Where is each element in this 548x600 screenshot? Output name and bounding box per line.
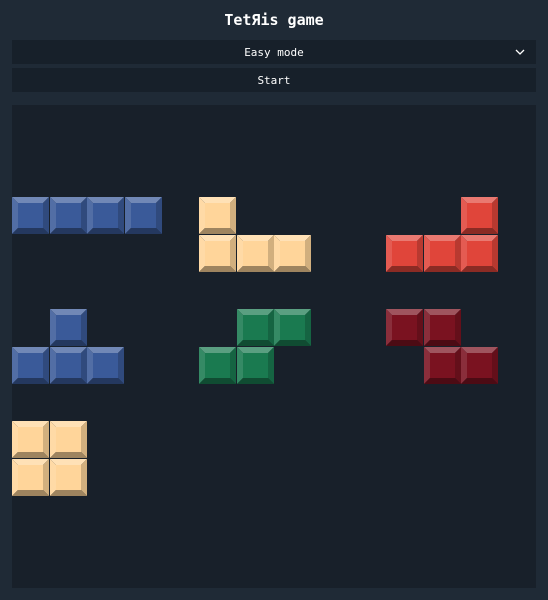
tetris-block (12, 459, 49, 496)
mode-select-value: Easy mode (244, 45, 304, 59)
page-title: TetЯis game (224, 11, 324, 29)
tetris-block (50, 421, 87, 458)
tetris-app: TetЯis game Easy mode Start (0, 0, 548, 600)
mode-select[interactable]: Easy mode (12, 40, 536, 64)
tetris-block (199, 347, 236, 384)
tetris-block (50, 197, 87, 234)
tetris-block (237, 309, 274, 346)
chevron-down-icon (515, 49, 525, 55)
tetris-block (274, 235, 311, 272)
tetris-block (199, 197, 236, 234)
tetris-block (199, 235, 236, 272)
tetris-block (461, 235, 498, 272)
tetris-block (424, 347, 461, 384)
tetris-block (50, 309, 87, 346)
tetris-block (424, 235, 461, 272)
tetris-block (12, 347, 49, 384)
tetris-block (125, 197, 162, 234)
tetris-block (461, 347, 498, 384)
tetris-block (461, 197, 498, 234)
start-button-label: Start (257, 73, 291, 87)
tetris-block (50, 347, 87, 384)
tetris-block (12, 197, 49, 234)
tetris-block (386, 235, 423, 272)
tetris-block (50, 459, 87, 496)
tetris-block (386, 309, 423, 346)
start-button[interactable]: Start (12, 68, 536, 92)
tetris-block (274, 309, 311, 346)
tetris-block (237, 347, 274, 384)
game-board (12, 105, 536, 588)
tetris-block (424, 309, 461, 346)
tetris-block (12, 421, 49, 458)
tetris-block (87, 347, 124, 384)
tetris-block (237, 235, 274, 272)
tetris-block (87, 197, 124, 234)
